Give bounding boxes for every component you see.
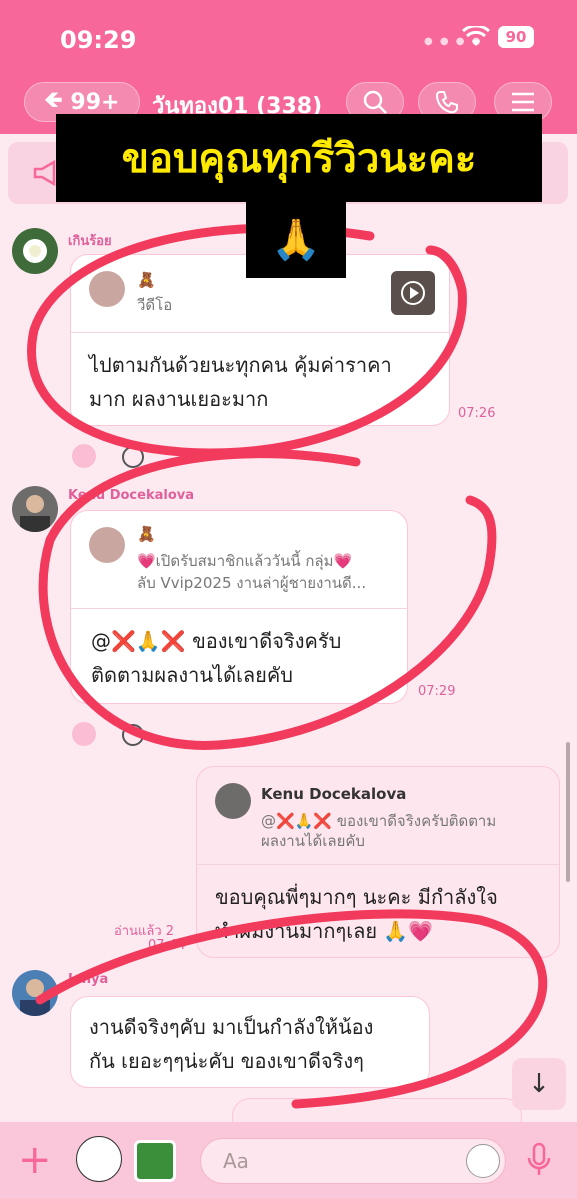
quote-avatar	[89, 527, 125, 563]
wifi-icon	[462, 26, 490, 46]
message-text-line: มาก ผลงานเยอะมาก	[89, 387, 269, 411]
quote-name: 🧸	[137, 525, 156, 543]
message-text-line: ทำผมงานมากๆเลย 🙏💗	[215, 919, 434, 943]
status-time: 09:29	[60, 26, 137, 54]
plus-icon[interactable]: +	[18, 1140, 52, 1180]
quote-text: 💗เปิดรับสมาชิกแล้ววันนี้ กลุ่ม💗	[137, 552, 353, 570]
sender-name: Jonya	[68, 972, 109, 987]
message-time: 07:44	[148, 938, 186, 953]
gallery-icon[interactable]	[134, 1140, 176, 1182]
scrollbar[interactable]	[566, 742, 570, 882]
overlay-caption: ขอบคุณทุกรีวิวนะคะ	[56, 114, 542, 202]
message-bubble[interactable]: 🧸 วีดีโอ ไปตามกันด้วยนะทุกคน คุ้มค่าราคา…	[70, 254, 450, 426]
video-thumbnail[interactable]	[391, 271, 435, 315]
sticker-icon[interactable]	[76, 1136, 122, 1182]
search-icon	[363, 90, 387, 114]
quote-avatar	[215, 783, 251, 819]
reply-quote[interactable]: 🧸 💗เปิดรับสมาชิกแล้ววันนี้ กลุ่ม💗 ลับ Vv…	[71, 511, 407, 609]
quote-name: 🧸	[137, 271, 156, 289]
add-reaction-icon[interactable]	[122, 446, 144, 468]
unread-count: 99+	[70, 89, 120, 115]
microphone-icon[interactable]	[526, 1142, 552, 1178]
quote-avatar	[89, 271, 125, 307]
overlay-emoji: 🙏	[246, 200, 346, 278]
reaction-icon[interactable]	[72, 722, 96, 746]
message-text-line: ไปตามกันด้วยนะทุกคน คุ้มค่าราคา	[89, 353, 392, 377]
avatar[interactable]	[12, 486, 58, 532]
message-bubble[interactable]: งานดีจริงๆคับ มาเป็นกำลังให้น้อง กัน เยอ…	[70, 996, 430, 1088]
avatar[interactable]	[12, 228, 58, 274]
battery-indicator: 90	[498, 26, 534, 48]
message-bubble[interactable]: Kenu Docekalova @❌🙏❌ ของเขาดีจริงครับติด…	[196, 766, 560, 958]
sender-name: เกินร้อย	[68, 234, 112, 249]
quote-text: @❌🙏❌ ของเขาดีจริงครับติดตาม	[261, 812, 497, 830]
message-text-line: กัน เยอะๆๆน่ะคับ ของเขาดีจริงๆ	[89, 1049, 364, 1073]
message-text-line: @❌🙏❌ ของเขาดีจริงครับ	[91, 629, 342, 653]
scroll-to-bottom-button[interactable]: ↓	[512, 1058, 566, 1110]
message-text-line: ขอบคุณพี่ๆมากๆ นะคะ มีกำลังใจ	[215, 885, 498, 909]
phone-icon	[435, 91, 458, 114]
quote-text: วีดีโอ	[137, 296, 173, 314]
menu-icon	[512, 92, 534, 112]
message-text-line: งานดีจริงๆคับ มาเป็นกำลังให้น้อง	[89, 1015, 374, 1039]
message-text-line: ติดตามผลงานได้เลยคับ	[91, 663, 293, 687]
message-composer: + Aa	[0, 1122, 577, 1199]
quote-text: ผลงานได้เลยคับ	[261, 832, 365, 850]
message-time: 07:29	[418, 684, 456, 699]
quote-text: ลับ Vvip2025 งานล่าผู้ชายงานดี...	[137, 574, 367, 592]
emoji-icon[interactable]	[466, 1144, 500, 1178]
reaction-icon[interactable]	[72, 444, 96, 468]
reply-quote[interactable]: Kenu Docekalova @❌🙏❌ ของเขาดีจริงครับติด…	[197, 767, 559, 865]
play-icon	[401, 281, 425, 305]
quote-name: Kenu Docekalova	[261, 785, 407, 803]
message-time: 07:26	[458, 406, 496, 421]
avatar[interactable]	[12, 970, 58, 1016]
message-bubble[interactable]: 🧸 💗เปิดรับสมาชิกแล้ววันนี้ กลุ่ม💗 ลับ Vv…	[70, 510, 408, 704]
sender-name: Kenu Docekalova	[68, 488, 194, 503]
add-reaction-icon[interactable]	[122, 724, 144, 746]
message-input[interactable]: Aa	[200, 1138, 506, 1184]
arrow-down-icon: ↓	[528, 1069, 550, 1099]
